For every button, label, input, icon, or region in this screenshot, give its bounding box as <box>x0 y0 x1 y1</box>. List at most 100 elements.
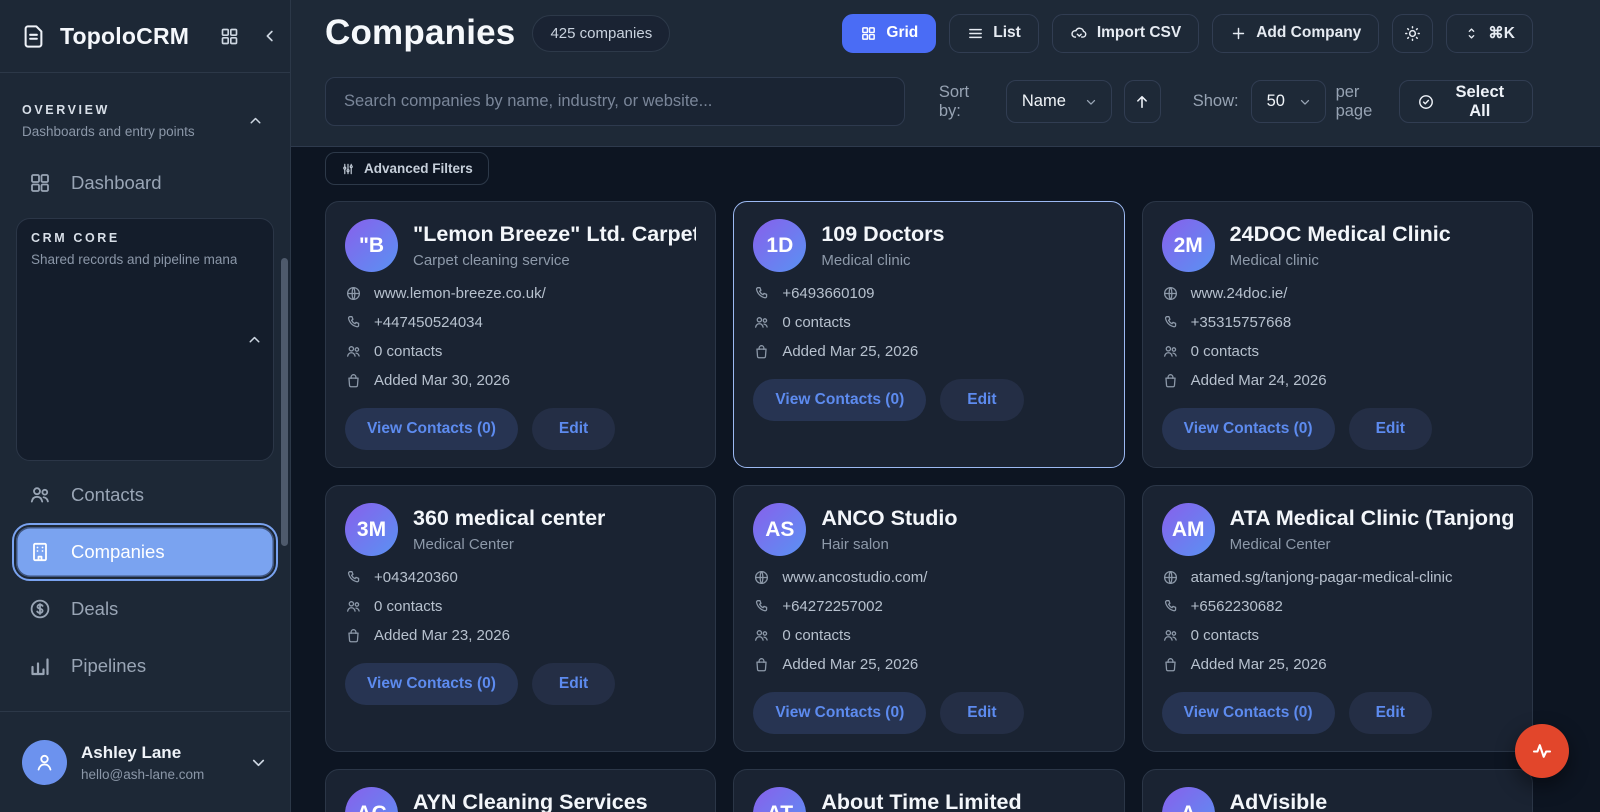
company-details: www.ancostudio.com/ +64272257002 0 contact… <box>753 569 1104 673</box>
company-card[interactable]: 1D 109 Doctors Medical clinic +649366010… <box>733 201 1125 468</box>
view-contacts-button[interactable]: View Contacts (0) <box>1161 408 1335 450</box>
apps-grid-icon[interactable] <box>215 22 244 51</box>
select-all-button[interactable]: Select All <box>1398 80 1533 123</box>
sidebar-item-contacts[interactable]: Contacts <box>16 470 274 520</box>
company-initials: AT <box>767 802 793 812</box>
arrow-up-icon <box>1133 93 1151 111</box>
collapse-sidebar-icon[interactable] <box>257 23 283 49</box>
user-email: hello@ash-lane.com <box>81 766 205 782</box>
company-details: www.24doc.ie/ +35315757668 0 contacts Added… <box>1162 285 1513 389</box>
company-contacts-count: 0 contacts <box>753 627 1104 644</box>
page-header: Companies 425 companies Grid List Import… <box>291 0 1600 147</box>
company-name: About Time Limited <box>821 790 1022 812</box>
page-title: Companies <box>325 13 516 52</box>
command-k-button[interactable]: ⌘K <box>1446 13 1533 53</box>
chevron-up-icon[interactable] <box>246 331 263 348</box>
sidebar-item-label: Dashboard <box>71 172 162 193</box>
grid-view-button[interactable]: Grid <box>842 13 937 53</box>
user-profile[interactable]: Ashley Lane hello@ash-lane.com <box>0 711 290 812</box>
edit-button[interactable]: Edit <box>1348 692 1432 734</box>
sidebar-item-pipelines[interactable]: Pipelines <box>16 641 274 691</box>
chevron-up-icon[interactable] <box>247 113 264 130</box>
sidebar-section: CRM CORE Shared records and pipeline mana… <box>12 218 278 691</box>
company-card[interactable]: AM ATA Medical Clinic (Tanjong P... Medi… <box>1141 485 1533 752</box>
sidebar-section: OVERVIEW Dashboards and entry points Dashb… <box>16 93 274 208</box>
section-header[interactable]: CRM CORE Shared records and pipeline mana… <box>16 218 274 461</box>
edit-button[interactable]: Edit <box>940 692 1024 734</box>
theme-toggle-button[interactable] <box>1392 13 1434 53</box>
bag-icon <box>345 372 362 389</box>
company-website: www.lemon-breeze.co.uk/ <box>345 285 696 302</box>
user-avatar-icon <box>22 739 67 785</box>
sidebar-scrollbar[interactable] <box>281 258 288 546</box>
company-phone: +043420360 <box>345 569 696 586</box>
section-header[interactable]: WORKFLOWSReusable action queues and proc… <box>16 701 274 711</box>
company-website: www.24doc.ie/ <box>1162 285 1513 302</box>
company-avatar: 2M <box>1161 219 1215 272</box>
view-contacts-button[interactable]: View Contacts (0) <box>1161 692 1335 734</box>
chevron-down-icon <box>1298 95 1312 109</box>
view-contacts-button[interactable]: View Contacts (0) <box>345 408 518 450</box>
chevron-down-icon <box>1084 95 1098 109</box>
company-initials: 1D <box>766 233 794 257</box>
sort-select[interactable]: Name <box>1005 80 1112 123</box>
company-avatar: AS <box>753 503 807 556</box>
company-category: Carpet cleaning service <box>413 252 570 269</box>
per-page-select[interactable]: 50 <box>1250 80 1326 123</box>
company-website: atamed.sg/tanjong-pagar-medical-clinic <box>1162 569 1513 586</box>
company-initials: AC <box>356 802 386 812</box>
view-contacts-button[interactable]: View Contacts (0) <box>753 379 927 421</box>
search-input[interactable] <box>344 92 886 111</box>
edit-button[interactable]: Edit <box>531 408 616 450</box>
toolbar: Sort by: Name Show: 50 per page Select A… <box>325 77 1533 126</box>
sort-direction-button[interactable] <box>1123 80 1161 123</box>
user-name: Ashley Lane <box>81 742 182 762</box>
company-card[interactable]: 3M 360 medical center Medical Center +04… <box>325 485 717 752</box>
company-initials: 3M <box>356 517 387 541</box>
advanced-filters-button[interactable]: Advanced Filters <box>325 152 489 185</box>
phone-icon <box>753 598 770 615</box>
company-card[interactable]: AS ANCO Studio Hair salon www.ancostudio… <box>733 485 1125 752</box>
company-count-badge: 425 companies <box>532 14 671 52</box>
company-card[interactable]: A AdVisible Internet marketing service <box>1141 769 1533 812</box>
list-view-icon <box>967 25 984 42</box>
add-company-button[interactable]: Add Company <box>1212 13 1380 53</box>
search-box <box>325 77 905 126</box>
sidebar-section: WORKFLOWSReusable action queues and proc… <box>16 701 274 711</box>
contacts-icon <box>753 314 770 331</box>
view-contacts-button[interactable]: View Contacts (0) <box>345 663 518 705</box>
company-details: www.lemon-breeze.co.uk/ +447450524034 0 co… <box>345 285 696 389</box>
edit-button[interactable]: Edit <box>940 379 1024 421</box>
section-header[interactable]: OVERVIEW Dashboards and entry points <box>16 93 274 149</box>
company-card[interactable]: AC AYN Cleaning Services House cleaning … <box>325 769 717 812</box>
activity-fab-button[interactable] <box>1515 724 1569 778</box>
company-card[interactable]: AT About Time Limited Cleaning service <box>733 769 1125 812</box>
company-card[interactable]: "B "Lemon Breeze" Ltd. Carpet ... Carpet… <box>325 201 717 468</box>
sidebar-item-companies[interactable]: Companies <box>12 523 278 581</box>
company-card[interactable]: 2M 24DOC Medical Clinic Medical clinic w… <box>1141 201 1533 468</box>
edit-button[interactable]: Edit <box>1348 408 1432 450</box>
company-initials: AS <box>765 517 795 541</box>
chart-icon <box>28 654 52 678</box>
company-card-grid: "B "Lemon Breeze" Ltd. Carpet ... Carpet… <box>325 201 1533 812</box>
plus-icon <box>1230 25 1247 42</box>
view-contacts-button[interactable]: View Contacts (0) <box>753 692 927 734</box>
import-csv-button[interactable]: Import CSV <box>1051 13 1200 53</box>
edit-button[interactable]: Edit <box>531 663 616 705</box>
up-down-icon <box>1464 26 1479 41</box>
company-category: Hair salon <box>821 536 889 553</box>
company-name: "Lemon Breeze" Ltd. Carpet ... <box>413 222 697 246</box>
company-avatar: 1D <box>753 219 807 272</box>
sidebar-item-deals[interactable]: Deals <box>16 584 274 634</box>
phone-icon <box>345 569 362 586</box>
company-avatar: AT <box>753 787 807 812</box>
company-initials: A <box>1181 802 1196 812</box>
company-website: www.ancostudio.com/ <box>753 569 1104 586</box>
app-title: TopoloCRM <box>60 22 190 49</box>
company-category: Medical clinic <box>1229 252 1319 269</box>
chevron-down-icon[interactable] <box>249 753 268 772</box>
sidebar-item-dashboard[interactable]: Dashboard <box>16 158 274 208</box>
company-details: +6493660109 0 contacts Added Mar 25, 2026 <box>753 285 1104 360</box>
list-view-button[interactable]: List <box>949 13 1039 53</box>
sidebar-item-label: Deals <box>71 598 119 619</box>
